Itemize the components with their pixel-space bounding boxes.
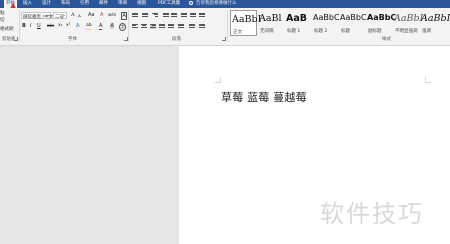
styles-gallery: AaBbI 正文 AaBl 无间隔 AaB 标题 1 AaBbC 标题 2 Aa… <box>230 10 450 36</box>
bold-button[interactable]: B <box>22 23 26 29</box>
font-name-combo[interactable]: 微软雅黑 (中文 <box>21 12 53 20</box>
style-name: 正文 <box>233 30 242 35</box>
enclose-characters-button[interactable]: 字 <box>119 23 126 31</box>
style-no-spacing[interactable]: AaBl 无间隔 <box>258 10 285 36</box>
style-normal[interactable]: AaBbI 正文 <box>230 10 261 36</box>
ribbon-home: 贴 切 格式刷 剪贴板 微软雅黑 (中文 二号 A A Aa A wén A B… <box>0 8 450 46</box>
style-preview: AaBbI <box>232 14 262 25</box>
tab-insert[interactable]: 插入 <box>23 0 32 8</box>
styles-group-label: 样式 <box>382 37 391 42</box>
increase-indent-icon[interactable] <box>171 13 177 18</box>
align-left-icon[interactable] <box>132 24 138 29</box>
distributed-icon[interactable] <box>168 24 174 29</box>
tab-pdf-tools[interactable]: PDF工具集 <box>158 0 180 8</box>
group-divider <box>227 10 228 42</box>
style-preview: AaBbI <box>421 13 450 24</box>
strikethrough-button[interactable]: abc <box>47 23 54 29</box>
character-shading-button[interactable]: A <box>110 23 115 29</box>
style-preview: AaBbC <box>367 13 397 22</box>
line-spacing-icon[interactable] <box>178 24 184 29</box>
borders-icon[interactable] <box>199 24 205 29</box>
shrink-font-button[interactable]: A <box>78 13 81 19</box>
shading-icon[interactable] <box>189 24 195 29</box>
style-heading-2[interactable]: AaBbC 标题 2 <box>312 10 340 36</box>
chinese-layout-icon[interactable] <box>181 13 187 18</box>
grow-font-button[interactable]: A <box>71 12 75 18</box>
document-body-text[interactable]: 草莓 蓝莓 蔓越莓 <box>221 89 307 105</box>
tab-references[interactable]: 引用 <box>80 0 89 8</box>
subscript-button[interactable]: x₂ <box>58 23 62 29</box>
paragraph-launcher-icon[interactable] <box>222 37 226 41</box>
tell-me-search[interactable]: 告诉我您想要做什么 <box>189 0 237 8</box>
clear-formatting-button[interactable]: A <box>100 12 103 18</box>
margin-corner-marker <box>215 77 221 83</box>
show-marks-icon[interactable] <box>199 13 205 18</box>
navigation-area <box>0 46 178 244</box>
style-preview: AaBl <box>259 13 282 24</box>
change-case-button[interactable]: Aa <box>88 12 94 18</box>
document-page[interactable]: 草莓 蓝莓 蔓越莓 软件技巧 <box>179 46 450 244</box>
style-emphasis[interactable]: AaBbI 强调 <box>420 10 450 36</box>
bullets-icon[interactable] <box>132 13 138 18</box>
decrease-indent-icon[interactable] <box>163 13 169 18</box>
text-effects-button[interactable]: A <box>76 23 79 29</box>
tab-view[interactable]: 视图 <box>137 0 146 8</box>
numbering-icon[interactable] <box>142 13 148 18</box>
style-name: 标题 1 <box>287 29 301 34</box>
style-name: 副标题 <box>368 29 382 34</box>
tab-review[interactable]: 审阅 <box>118 0 127 8</box>
style-name: 标题 2 <box>314 29 328 34</box>
style-preview: AaBbC <box>340 13 367 22</box>
clipboard-launcher-icon[interactable] <box>14 37 18 41</box>
cut-button[interactable]: 切 <box>0 17 5 23</box>
multilevel-list-icon[interactable] <box>152 13 158 18</box>
underline-button[interactable]: U <box>37 23 41 29</box>
style-preview: AaBbI <box>394 13 424 24</box>
italic-button[interactable]: I <box>30 23 31 29</box>
font-color-button[interactable]: A <box>99 23 103 30</box>
watermark-text: 软件技巧 <box>320 200 424 228</box>
style-name: 强调 <box>422 29 431 34</box>
ribbon-tab-bar: 开始 插入 设计 布局 引用 邮件 审阅 视图 PDF工具集 告诉我您想要做什么 <box>0 0 450 8</box>
group-divider <box>19 10 20 42</box>
tab-design[interactable]: 设计 <box>42 0 51 8</box>
tab-layout[interactable]: 布局 <box>61 0 70 8</box>
margin-corner-marker <box>425 77 431 83</box>
style-subtle-emphasis[interactable]: AaBbI 不明显强调 <box>393 10 424 36</box>
superscript-button[interactable]: x² <box>66 23 70 29</box>
chevron-down-icon <box>47 15 49 16</box>
style-name: 标题 <box>341 29 350 34</box>
font-size-combo[interactable]: 二号 <box>53 12 67 20</box>
tab-mailings[interactable]: 邮件 <box>99 0 108 8</box>
highlight-color-button[interactable]: ab <box>86 23 92 30</box>
align-right-icon[interactable] <box>150 24 156 29</box>
tell-me-text: 告诉我您想要做什么 <box>196 1 237 6</box>
group-divider <box>128 10 129 42</box>
style-title[interactable]: AaBbC 标题 <box>339 10 367 36</box>
paste-button[interactable]: 贴 <box>0 10 5 16</box>
style-name: 不明显强调 <box>395 29 418 34</box>
sort-icon[interactable] <box>190 13 196 18</box>
lightbulb-icon <box>189 0 193 5</box>
phonetic-guide-button[interactable]: wén <box>108 12 116 18</box>
format-painter-button[interactable]: 格式刷 <box>0 26 14 32</box>
character-border-button[interactable]: A <box>121 12 128 20</box>
style-subtitle[interactable]: AaBbC 副标题 <box>366 10 397 36</box>
chevron-down-icon <box>63 15 65 16</box>
style-preview: AaB <box>286 13 308 24</box>
style-name: 无间隔 <box>260 29 274 34</box>
font-group-label: 字体 <box>68 37 77 42</box>
align-center-icon[interactable] <box>141 24 147 29</box>
style-heading-1[interactable]: AaB 标题 1 <box>285 10 312 36</box>
justify-icon[interactable] <box>159 24 165 29</box>
style-preview: AaBbC <box>313 13 340 22</box>
paragraph-group-label: 段落 <box>172 37 181 42</box>
